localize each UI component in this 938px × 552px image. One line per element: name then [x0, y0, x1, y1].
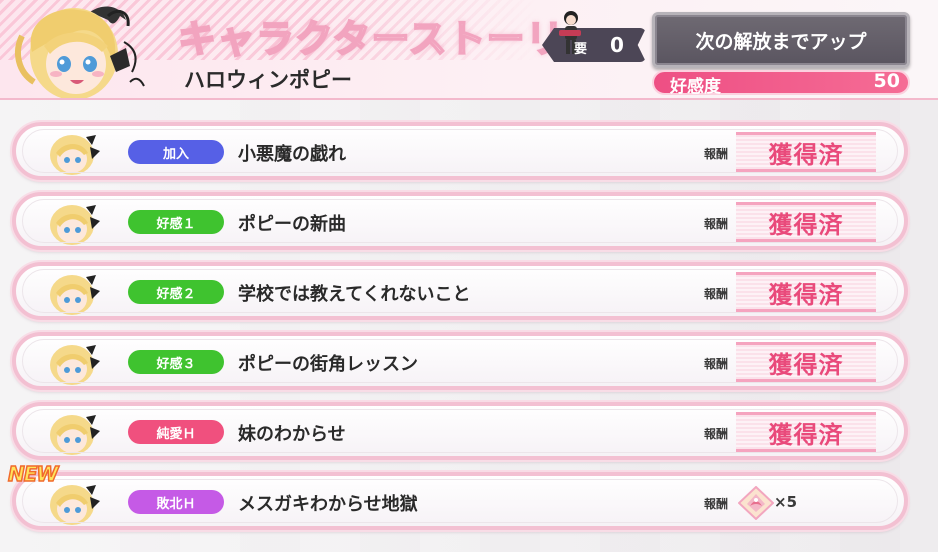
story-badge: 純愛Ｈ [128, 420, 224, 444]
reward-label: 報酬 [704, 217, 729, 231]
story-header: キャラクターストーリー ハロウィンポピー 要 0 次の解放までアップ 好感度 5… [0, 0, 938, 100]
character-thumbnail-icon [50, 275, 100, 315]
story-badge: 好感２ [128, 280, 224, 304]
affinity-value: 50 [873, 70, 900, 92]
reward-label: 報酬 [704, 147, 729, 161]
story-title: ポピーの街角レッスン [238, 354, 418, 375]
reward-count: ×5 [774, 493, 798, 511]
story-title: 妹のわからせ [238, 424, 346, 445]
requirement-value: 0 [610, 33, 624, 57]
story-row-6[interactable]: 敗北Ｈ メスガキわからせ地獄 報酬 ×5 [12, 472, 908, 530]
story-badge: 好感３ [128, 350, 224, 374]
reward-claimed-stamp: 獲得済 [736, 202, 876, 242]
reward-label: 報酬 [704, 497, 729, 511]
reward-label: 報酬 [704, 287, 729, 301]
new-badge: NEW [7, 461, 59, 487]
story-title: メスガキわからせ地獄 [238, 494, 418, 515]
requirement-label: 要 [574, 42, 588, 57]
story-badge: 加入 [128, 140, 224, 164]
reward-claimed-stamp: 獲得済 [736, 132, 876, 172]
crystal-icon [738, 486, 774, 520]
character-name: ハロウィンポピー [184, 68, 352, 92]
reward-label: 報酬 [704, 427, 729, 441]
story-row-4[interactable]: 好感３ ポピーの街角レッスン 報酬 獲得済 [12, 332, 908, 390]
character-portrait [15, 6, 145, 98]
character-thumbnail-icon [50, 205, 100, 245]
story-title: 小悪魔の戯れ [238, 144, 346, 165]
character-thumbnail-icon [50, 345, 100, 385]
affinity-label: 好感度 [670, 77, 721, 97]
reward-claimed-stamp: 獲得済 [736, 342, 876, 382]
next-unlock-button[interactable]: 次の解放までアップ [652, 12, 910, 68]
reward-label: 報酬 [704, 357, 729, 371]
story-title: ポピーの新曲 [238, 214, 346, 235]
story-row-1[interactable]: 加入 小悪魔の戯れ 報酬 獲得済 [12, 122, 908, 180]
story-row-5[interactable]: 純愛Ｈ 妹のわからせ 報酬 獲得済 [12, 402, 908, 460]
story-row-2[interactable]: 好感１ ポピーの新曲 報酬 獲得済 [12, 192, 908, 250]
story-badge: 敗北Ｈ [128, 490, 224, 514]
reward-claimed-stamp: 獲得済 [736, 412, 876, 452]
page-title: キャラクターストーリー [177, 16, 604, 62]
reward-claimed-stamp: 獲得済 [736, 272, 876, 312]
story-badge: 好感１ [128, 210, 224, 234]
story-row-3[interactable]: 好感２ 学校では教えてくれないこと 報酬 獲得済 [12, 262, 908, 320]
character-thumbnail-icon [50, 415, 100, 455]
story-title: 学校では教えてくれないこと [238, 284, 471, 305]
character-thumbnail-icon [50, 135, 100, 175]
